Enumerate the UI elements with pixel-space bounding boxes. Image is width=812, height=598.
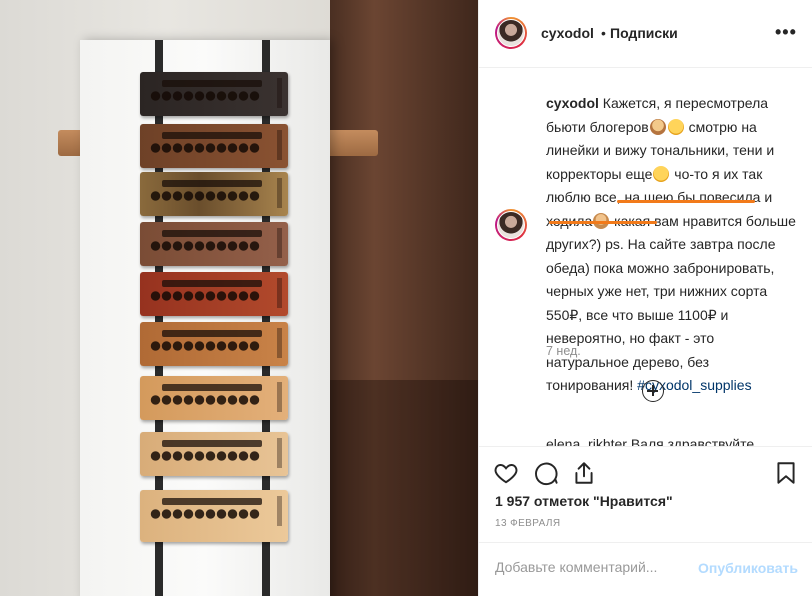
- share-icon[interactable]: [571, 460, 597, 486]
- monkey-emoji-icon: [649, 118, 666, 135]
- post-header: cyxodol • Подписки •••: [479, 0, 812, 68]
- highlight-underline: [549, 221, 657, 224]
- caption-username[interactable]: cyxodol: [546, 95, 599, 111]
- laughing-emoji-icon: [667, 118, 684, 135]
- caption-avatar[interactable]: [495, 209, 527, 241]
- needle-gauge-cherry: [140, 322, 288, 366]
- needle-gauge-mahogany: [140, 222, 288, 266]
- post-caption: cyxodol Кажется, я пересмотрела бьюти бл…: [546, 95, 796, 393]
- needle-gauge-pear: [140, 376, 288, 420]
- needle-gauge-oak: [140, 490, 288, 542]
- comment-input[interactable]: [495, 559, 695, 575]
- post-sidebar: cyxodol • Подписки ••• cyxodol Кажется, …: [478, 0, 812, 597]
- post-date[interactable]: 13 ФЕВРАЛЯ: [495, 518, 561, 529]
- sweat-smile-emoji-icon: [653, 165, 670, 182]
- next-comment: elena_rikhter Валя здравствуйте: [546, 436, 755, 446]
- likes-count[interactable]: 1 957 отметок "Нравится": [495, 493, 673, 509]
- post-photo[interactable]: [0, 0, 478, 596]
- add-comment-row: Опубликовать: [479, 542, 812, 598]
- following-button[interactable]: Подписки: [610, 25, 678, 41]
- highlight-underline: [617, 200, 755, 203]
- more-icon[interactable]: •••: [775, 22, 797, 43]
- save-icon[interactable]: [773, 460, 799, 486]
- load-more-icon[interactable]: [642, 380, 664, 402]
- like-icon[interactable]: [493, 460, 519, 486]
- needle-gauge-black: [140, 72, 288, 116]
- post-actions: 1 957 отметок "Нравится" 13 ФЕВРАЛЯ Опуб…: [479, 446, 812, 597]
- avatar[interactable]: [495, 17, 527, 49]
- needle-gauge-walnut: [140, 124, 288, 168]
- post-time-ago[interactable]: 7 нед.: [546, 344, 581, 358]
- needle-gauge-ash: [140, 432, 288, 476]
- needle-gauge-padauk: [140, 272, 288, 316]
- header-username[interactable]: cyxodol: [541, 25, 594, 41]
- needle-gauge-zebrano: [140, 172, 288, 216]
- comment-icon[interactable]: [533, 460, 559, 486]
- publish-button[interactable]: Опубликовать: [698, 560, 798, 576]
